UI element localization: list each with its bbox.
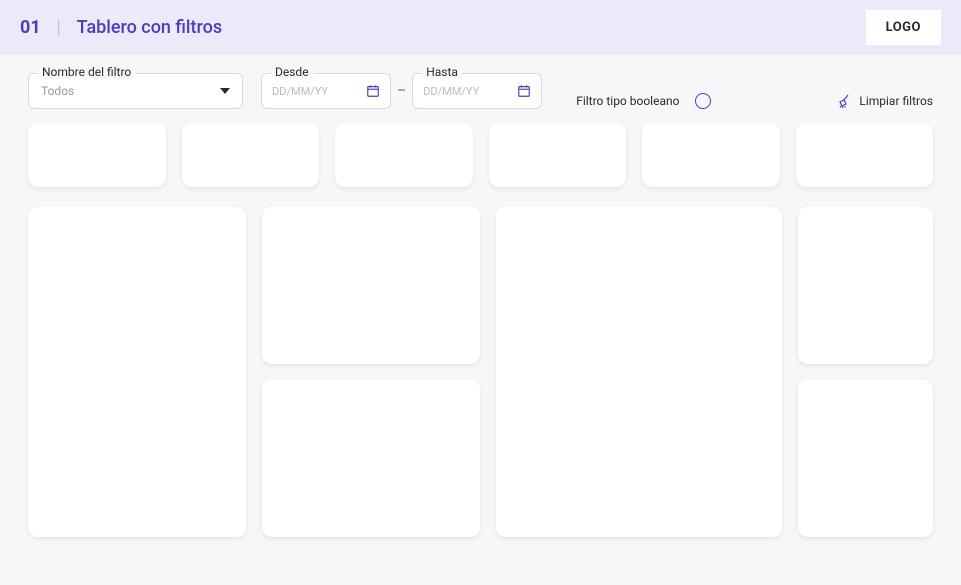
header-left: 01 | Tablero con filtros [20, 17, 222, 38]
card-small [489, 123, 627, 187]
card-small [642, 123, 780, 187]
boolean-filter-label: Filtro tipo booleano [576, 94, 679, 108]
filter-select-group: Nombre del filtro Todos [28, 73, 243, 109]
date-to-wrapper: Hasta DD/MM/YY [412, 73, 542, 109]
page-number: 01 [20, 17, 41, 38]
date-range-group: Desde DD/MM/YY – Hasta DD/MM/YY [261, 73, 542, 109]
card-medium [262, 207, 480, 364]
date-from-placeholder: DD/MM/YY [272, 85, 328, 98]
date-to-placeholder: DD/MM/YY [423, 85, 479, 98]
card-small [335, 123, 473, 187]
filter-select-label: Nombre del filtro [38, 65, 135, 79]
date-to-label: Hasta [422, 65, 462, 79]
calendar-icon [366, 84, 380, 98]
filters-bar: Nombre del filtro Todos Desde DD/MM/YY –… [0, 55, 961, 123]
filter-select-value: Todos [41, 84, 74, 98]
page-header: 01 | Tablero con filtros LOGO [0, 0, 961, 55]
date-from-wrapper: Desde DD/MM/YY [261, 73, 391, 109]
clear-filters-label: Limpiar filtros [859, 94, 933, 108]
card-medium [262, 380, 480, 537]
page-title: Tablero con filtros [77, 17, 223, 38]
calendar-icon [517, 84, 531, 98]
boolean-radio[interactable] [695, 93, 711, 109]
date-separator: – [397, 83, 406, 99]
card-small [28, 123, 166, 187]
broom-icon [837, 93, 853, 109]
boolean-filter: Filtro tipo booleano [576, 93, 711, 109]
card-large [496, 207, 782, 537]
card-small [796, 123, 934, 187]
col-stack [798, 207, 933, 537]
bottom-row [28, 207, 933, 537]
logo: LOGO [866, 10, 941, 45]
clear-filters-button[interactable]: Limpiar filtros [837, 93, 933, 109]
date-from-label: Desde [271, 65, 313, 79]
col-stack [262, 207, 480, 537]
card-small [182, 123, 320, 187]
card-medium [798, 380, 933, 537]
top-row [28, 123, 933, 187]
header-divider: | [57, 17, 61, 38]
chevron-down-icon [220, 88, 230, 94]
card-medium [798, 207, 933, 364]
card-large [28, 207, 246, 537]
dashboard-grid [0, 123, 961, 557]
